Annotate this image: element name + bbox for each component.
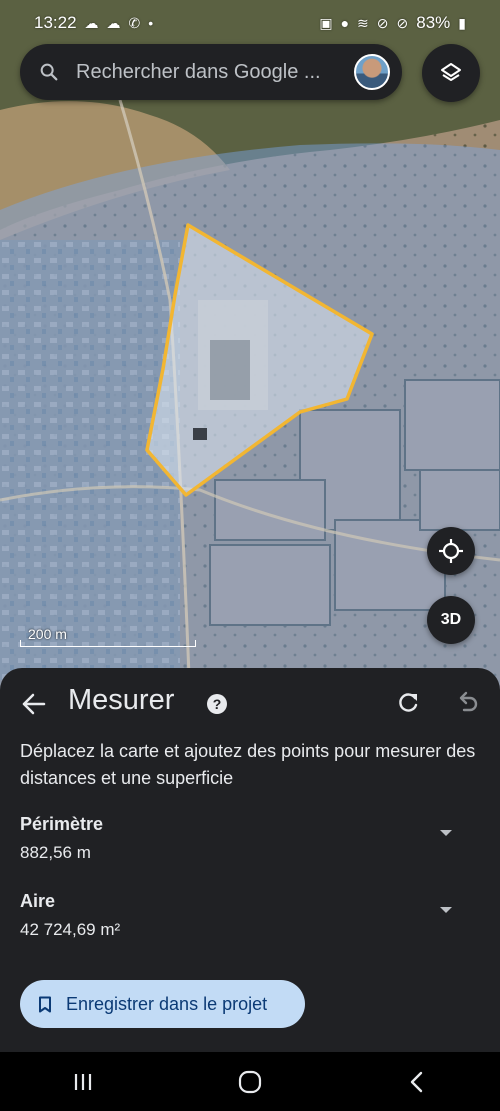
battery-icon: ▮ <box>458 15 466 31</box>
cloud-icon: ☁ <box>84 15 99 31</box>
system-nav-bar <box>0 1052 500 1111</box>
map-view[interactable]: 13:22 ☁ ☁ ✆ • ▣ ● ≋ ⊘ ⊘ 83% ▮ Rechercher… <box>0 0 500 700</box>
blocked-icon: ⊘ <box>396 15 409 31</box>
layers-button[interactable] <box>422 44 480 102</box>
home-icon <box>238 1070 262 1093</box>
status-time: 13:22 <box>34 13 77 32</box>
dot-icon: • <box>148 15 154 31</box>
undo-icon[interactable] <box>454 690 480 716</box>
crosshair-icon <box>439 539 463 563</box>
layers-icon <box>441 63 461 81</box>
back-icon <box>410 1071 422 1092</box>
save-button-label: Enregistrer dans le projet <box>66 993 268 1014</box>
dnd-icon: ⊘ <box>376 15 389 31</box>
wifi-icon: ≋ <box>357 15 369 31</box>
call-icon: ✆ <box>128 15 141 31</box>
perimeter-label: Périmètre <box>20 814 104 834</box>
perimeter-row[interactable]: Périmètre 882,56 m <box>20 814 480 870</box>
chevron-down-icon[interactable] <box>440 830 452 836</box>
chevron-down-icon[interactable] <box>440 907 452 913</box>
battery-percent: 83% <box>416 13 451 32</box>
measure-sheet: Mesurer ? Déplacez la carte et ajoutez d… <box>0 668 500 1052</box>
3d-toggle-button[interactable]: 3D <box>427 596 475 644</box>
perimeter-value: 882,56 m <box>20 843 91 862</box>
recents-icon <box>75 1073 92 1090</box>
back-button[interactable] <box>397 1062 437 1102</box>
recent-apps-button[interactable] <box>63 1062 103 1102</box>
search-bar[interactable] <box>20 44 402 100</box>
refresh-icon[interactable] <box>395 690 421 716</box>
location-icon: ● <box>340 15 350 31</box>
status-bar: 13:22 ☁ ☁ ✆ • ▣ ● ≋ ⊘ ⊘ 83% ▮ <box>0 0 500 46</box>
bookmark-icon <box>39 996 51 1012</box>
measure-instructions: Déplacez la carte et ajoutez des points … <box>20 741 476 788</box>
my-location-button[interactable] <box>427 527 475 575</box>
area-row[interactable]: Aire 42 724,69 m² <box>20 891 480 947</box>
search-input[interactable] <box>76 60 346 84</box>
satellite-imagery <box>0 0 500 700</box>
avatar[interactable] <box>354 54 390 90</box>
home-button[interactable] <box>230 1062 270 1102</box>
search-icon <box>40 63 58 81</box>
cloud-icon: ☁ <box>106 15 121 31</box>
area-label: Aire <box>20 891 56 911</box>
area-value: 42 724,69 m² <box>20 920 121 939</box>
scale-bar: 200 m <box>20 626 196 647</box>
back-arrow-icon[interactable] <box>20 690 48 718</box>
battery-saver-icon: ▣ <box>319 15 333 31</box>
sheet-header: Mesurer ? <box>0 668 500 740</box>
sheet-title: Mesurer <box>68 684 175 716</box>
help-icon[interactable]: ? <box>207 694 227 714</box>
save-to-project-button[interactable]: Enregistrer dans le projet <box>20 980 305 1028</box>
